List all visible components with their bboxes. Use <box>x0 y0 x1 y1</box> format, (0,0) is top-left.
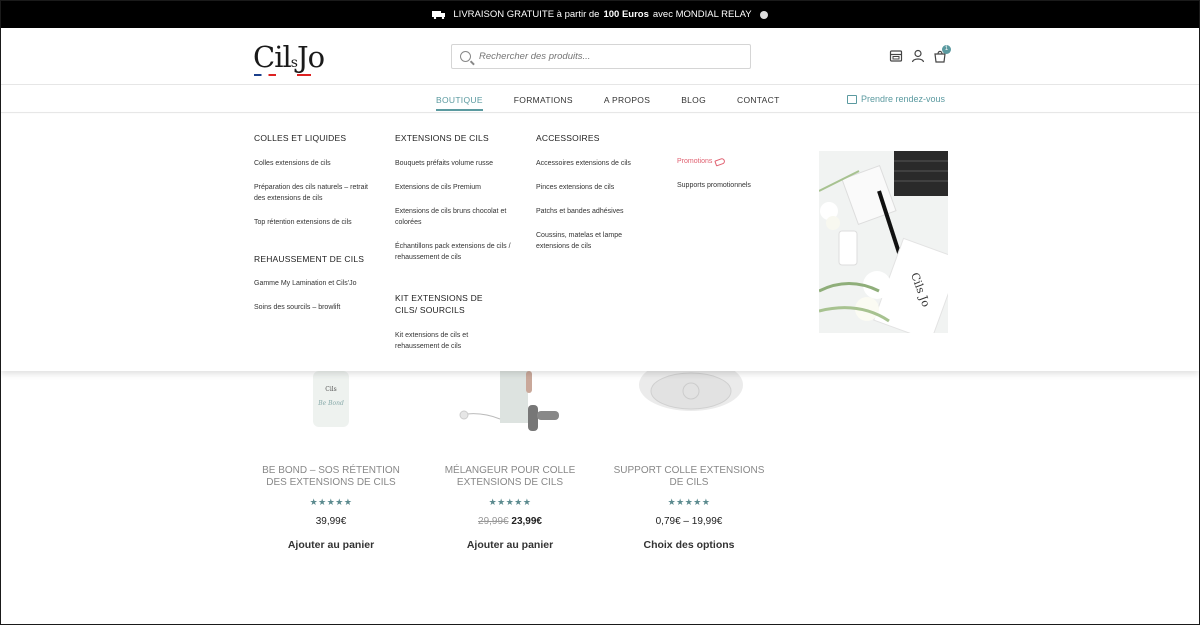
choose-options-button[interactable]: Choix des options <box>609 539 769 551</box>
menu-column-colles: COLLES ET LIQUIDES Colles extensions de … <box>254 132 379 313</box>
serum-bottle-image: Cils Be Bond <box>313 371 349 427</box>
mixer-image <box>459 371 559 431</box>
svg-text:Cils: Cils <box>325 386 337 393</box>
menu-column-promotions: Promotions Supports promotionnels <box>677 156 787 191</box>
menu-link[interactable]: Préparation des cils naturels – retrait … <box>254 182 379 204</box>
product-image[interactable] <box>430 371 590 431</box>
nav-blog[interactable]: BLOG <box>681 95 706 105</box>
product-image[interactable] <box>609 359 769 431</box>
product-image[interactable]: Cils Be Bond <box>251 371 411 431</box>
shipping-banner: LIVRAISON GRATUITE à partir de 100 Euros… <box>1 1 1199 28</box>
svg-text:Be Bond: Be Bond <box>317 400 344 407</box>
product-title[interactable]: SUPPORT COLLE EXTENSIONS DE CILS <box>609 465 769 489</box>
product-price: 29,99€ 23,99€ <box>430 516 590 527</box>
calendar-icon <box>847 94 857 104</box>
nav-a-propos[interactable]: A PROPOS <box>604 95 650 105</box>
truck-icon <box>432 11 446 19</box>
rating-stars: ★★★★★ <box>667 497 711 507</box>
nav-boutique[interactable]: BOUTIQUE <box>436 95 483 111</box>
product-photo: Cils Jo <box>819 151 948 333</box>
promotions-link[interactable]: Promotions <box>677 156 787 167</box>
menu-link[interactable]: Coussins, matelas et lampe extensions de… <box>536 230 646 252</box>
menu-promo-image[interactable]: Cils Jo <box>819 151 948 333</box>
menu-link[interactable]: Échantillons pack extensions de cils / r… <box>395 241 527 263</box>
clock-icon <box>759 10 768 19</box>
search-input[interactable] <box>479 51 729 62</box>
appointment-label: Prendre rendez-vous <box>861 94 946 104</box>
product-card[interactable]: MÉLANGEUR POUR COLLE EXTENSIONS DE CILS … <box>430 371 590 551</box>
menu-link[interactable]: Supports promotionnels <box>677 180 787 191</box>
banner-text-after: avec MONDIAL RELAY <box>652 9 752 20</box>
french-flag-underline <box>254 74 276 76</box>
cart-button[interactable]: 1 <box>933 45 951 63</box>
banner-amount: 100 Euros <box>603 9 649 20</box>
search-icon[interactable] <box>460 51 471 62</box>
menu-link[interactable]: Pinces extensions de cils <box>536 182 646 193</box>
add-to-cart-button[interactable]: Ajouter au panier <box>430 539 590 551</box>
user-icon[interactable] <box>911 49 925 63</box>
sale-price: 23,99€ <box>511 516 542 527</box>
rating-stars: ★★★★★ <box>488 497 532 507</box>
menu-link[interactable]: Colles extensions de cils <box>254 158 379 169</box>
store-icon[interactable] <box>889 49 903 63</box>
rating-stars: ★★★★★ <box>309 497 353 507</box>
product-price: 0,79€ – 19,99€ <box>655 516 723 527</box>
logo-red-underline <box>297 74 311 76</box>
price-tag-icon <box>714 156 727 167</box>
menu-link[interactable]: Bouquets préfaits volume russe <box>395 158 527 169</box>
menu-heading-colles[interactable]: COLLES ET LIQUIDES <box>254 132 379 144</box>
site-header: CilsJo 1 <box>1 28 1199 85</box>
header-icons: 1 <box>889 45 951 63</box>
site-logo[interactable]: CilsJo <box>253 40 325 76</box>
menu-heading-kit[interactable]: KIT EXTENSIONS DE CILS/ SOURCILS <box>395 292 505 316</box>
product-card[interactable]: Cils Be Bond BE BOND – SOS RÉTENTION DES… <box>251 371 411 551</box>
search-box[interactable] <box>451 44 751 69</box>
menu-link[interactable]: Accessoires extensions de cils <box>536 158 646 169</box>
product-price: 39,99€ <box>315 516 347 527</box>
menu-link[interactable]: Top rétention extensions de cils <box>254 217 379 228</box>
add-to-cart-button[interactable]: Ajouter au panier <box>251 539 411 551</box>
product-title[interactable]: MÉLANGEUR POUR COLLE EXTENSIONS DE CILS <box>430 465 590 489</box>
menu-column-extensions: EXTENSIONS DE CILS Bouquets préfaits vol… <box>395 132 527 352</box>
appointment-link[interactable]: Prendre rendez-vous <box>847 94 945 104</box>
menu-link[interactable]: Extensions de cils bruns chocolat et col… <box>395 206 527 228</box>
menu-link[interactable]: Patchs et bandes adhésives <box>536 206 646 217</box>
product-title[interactable]: BE BOND – SOS RÉTENTION DES EXTENSIONS D… <box>251 465 411 489</box>
menu-link[interactable]: Kit extensions de cils et rehaussement d… <box>395 330 505 352</box>
menu-link[interactable]: Extensions de cils Premium <box>395 182 527 193</box>
menu-heading-accessoires[interactable]: ACCESSOIRES <box>536 132 646 144</box>
glue-holder-image <box>639 359 743 411</box>
banner-text-before: LIVRAISON GRATUITE à partir de <box>453 9 600 20</box>
old-price: 29,99€ <box>478 516 509 527</box>
menu-heading-extensions[interactable]: EXTENSIONS DE CILS <box>395 132 527 144</box>
menu-heading-rehaussement[interactable]: REHAUSSEMENT DE CILS <box>254 253 379 265</box>
menu-link[interactable]: Soins des sourcils – browlift <box>254 302 379 313</box>
menu-link[interactable]: Gamme My Lamination et Cils'Jo <box>254 278 379 289</box>
boutique-mega-menu: COLLES ET LIQUIDES Colles extensions de … <box>1 114 1199 371</box>
product-card[interactable]: SUPPORT COLLE EXTENSIONS DE CILS ★★★★★ 0… <box>609 359 769 551</box>
cart-count-badge: 1 <box>942 45 951 54</box>
nav-contact[interactable]: CONTACT <box>737 95 780 105</box>
main-nav: BOUTIQUE FORMATIONS A PROPOS BLOG CONTAC… <box>1 85 1199 113</box>
page: LIVRAISON GRATUITE à partir de 100 Euros… <box>0 0 1200 625</box>
menu-column-accessoires: ACCESSOIRES Accessoires extensions de ci… <box>536 132 646 252</box>
nav-formations[interactable]: FORMATIONS <box>514 95 573 105</box>
